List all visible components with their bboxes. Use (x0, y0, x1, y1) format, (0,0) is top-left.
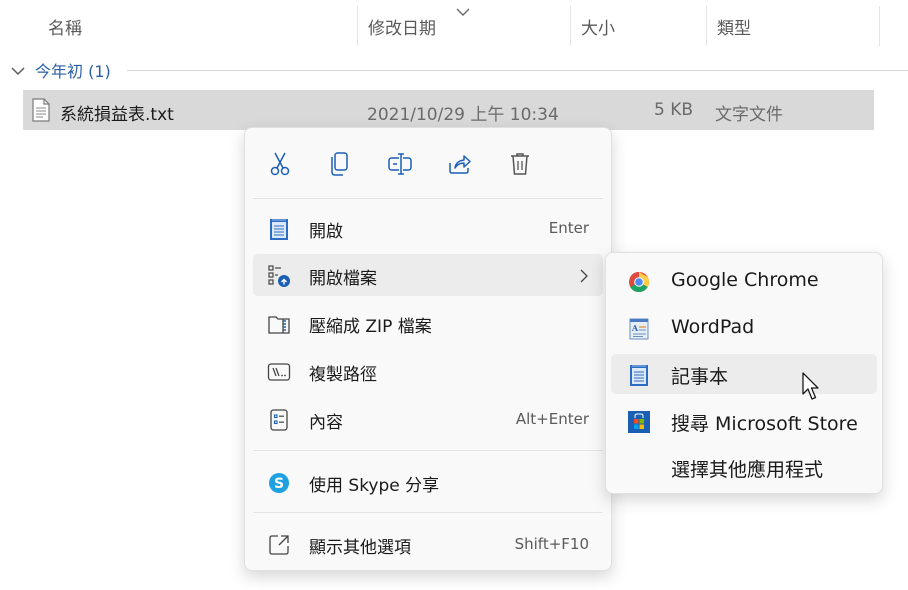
menu-item-compress-zip[interactable]: 壓縮成 ZIP 檔案 (253, 302, 603, 344)
submenu-item-label: 搜尋 Microsoft Store (671, 413, 858, 435)
trash-icon (511, 153, 529, 175)
menu-item-label: 開啟 (309, 222, 343, 242)
chrome-icon (627, 270, 651, 294)
svg-text:A: A (631, 323, 639, 333)
file-type: 文字文件 (715, 105, 783, 125)
chevron-right-icon (579, 268, 589, 287)
group-label: 今年初 (1) (35, 62, 111, 81)
file-row[interactable]: 系統損益表.txt 2021/10/29 上午 10:34 5 KB 文字文件 (23, 90, 874, 130)
mouse-cursor-icon (802, 372, 822, 406)
svg-text:S: S (274, 476, 284, 492)
copy-path-icon (267, 360, 291, 384)
properties-icon (267, 408, 291, 432)
column-divider[interactable] (879, 6, 880, 46)
menu-item-label: 壓縮成 ZIP 檔案 (309, 317, 432, 337)
submenu-item-notepad[interactable]: 記事本 (611, 354, 877, 394)
file-date-modified: 2021/10/29 上午 10:34 (367, 105, 559, 125)
submenu-item-label: 選擇其他應用程式 (671, 459, 824, 481)
submenu-item-label: WordPad (671, 316, 755, 338)
menu-item-label: 複製路徑 (309, 365, 377, 385)
scissors-icon (270, 152, 290, 176)
notepad-icon (627, 363, 651, 387)
submenu-item-choose-another-app[interactable]: 選擇其他應用程式 (611, 447, 877, 487)
menu-item-shortcut: Enter (548, 219, 589, 237)
menu-item-open-with[interactable]: 開啟檔案 (253, 254, 603, 296)
group-divider (127, 70, 908, 71)
menu-item-share-skype[interactable]: S 使用 Skype 分享 (253, 461, 603, 503)
menu-item-properties[interactable]: 內容 Alt+Enter (253, 398, 603, 440)
menu-item-label: 使用 Skype 分享 (309, 476, 440, 496)
chevron-down-icon[interactable] (10, 62, 26, 81)
context-menu: 開啟 Enter 開啟檔案 壓縮成 ZIP 檔案 複製路徑 內容 Alt+Ent… (244, 127, 612, 571)
file-size: 5 KB (653, 100, 693, 120)
wordpad-icon: A (627, 317, 651, 341)
menu-item-label: 開啟檔案 (309, 269, 377, 289)
column-divider[interactable] (706, 6, 707, 46)
store-icon (627, 410, 651, 434)
column-divider[interactable] (357, 6, 358, 46)
zip-folder-icon (267, 312, 291, 336)
quick-actions-bar (245, 128, 611, 198)
rename-button[interactable] (386, 150, 414, 178)
cut-button[interactable] (266, 150, 294, 178)
column-date-modified[interactable]: 修改日期 (368, 14, 436, 39)
submenu-item-label: 記事本 (671, 366, 729, 388)
text-file-icon (31, 98, 51, 126)
menu-item-label: 顯示其他選項 (309, 538, 411, 558)
submenu-item-google-chrome[interactable]: Google Chrome (611, 261, 877, 301)
submenu-item-label: Google Chrome (671, 269, 819, 291)
rename-icon (388, 153, 412, 175)
menu-item-open[interactable]: 開啟 Enter (253, 207, 603, 249)
menu-item-shortcut: Shift+F10 (514, 535, 589, 553)
skype-icon: S (267, 471, 291, 495)
menu-item-label: 內容 (309, 413, 343, 433)
submenu-item-wordpad[interactable]: A WordPad (611, 308, 877, 348)
menu-item-copy-path[interactable]: 複製路徑 (253, 350, 603, 392)
more-options-icon (267, 533, 291, 557)
open-with-submenu: Google Chrome A WordPad 記事本 搜尋 Microsoft… (605, 252, 883, 494)
copy-icon (331, 152, 348, 176)
share-button[interactable] (446, 150, 474, 178)
copy-button[interactable] (326, 150, 354, 178)
notepad-icon (267, 217, 291, 241)
menu-item-shortcut: Alt+Enter (515, 410, 589, 428)
menu-separator (253, 512, 603, 513)
column-name[interactable]: 名稱 (48, 14, 82, 39)
menu-separator (253, 198, 603, 199)
file-name: 系統損益表.txt (60, 105, 174, 125)
group-header[interactable]: 今年初 (1) (10, 58, 908, 82)
menu-separator (253, 450, 603, 451)
column-divider[interactable] (570, 6, 571, 46)
menu-item-show-more-options[interactable]: 顯示其他選項 Shift+F10 (253, 523, 603, 565)
column-header: 名稱 修改日期 大小 類型 (0, 0, 908, 50)
column-type[interactable]: 類型 (717, 14, 751, 39)
submenu-item-search-microsoft-store[interactable]: 搜尋 Microsoft Store (611, 401, 877, 441)
column-size[interactable]: 大小 (581, 14, 615, 39)
sort-descending-icon (455, 2, 471, 21)
delete-button[interactable] (506, 150, 534, 178)
share-icon (449, 155, 471, 174)
open-with-icon (267, 264, 291, 288)
